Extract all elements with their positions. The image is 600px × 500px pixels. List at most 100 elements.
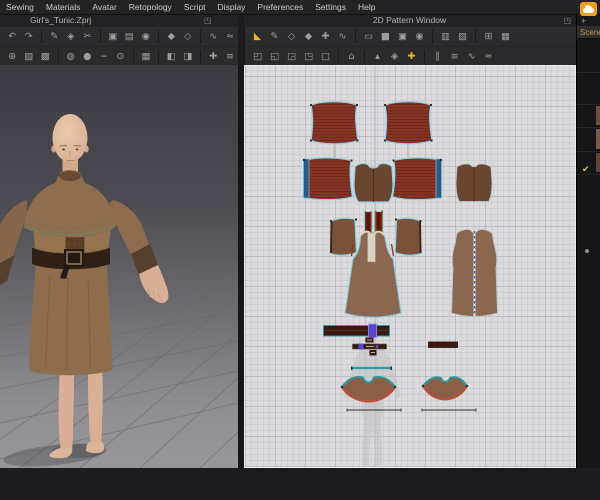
viewport-divider[interactable] <box>238 65 244 468</box>
detach-window-icon[interactable]: ◳ <box>204 15 212 26</box>
fabric-fold-icon[interactable]: ▤ <box>122 29 137 44</box>
elastic-icon[interactable]: ∿ <box>464 49 479 64</box>
pattern-belt-tab-2[interactable] <box>369 350 377 356</box>
menu-item-help[interactable]: Help <box>352 0 381 14</box>
pattern-belt-tab-1[interactable] <box>365 337 374 343</box>
zipper-2d-icon[interactable]: ≈ <box>481 49 496 64</box>
edit-curvature-icon[interactable]: ◇ <box>284 29 299 44</box>
clone-pattern-icon[interactable]: ◳ <box>301 49 316 64</box>
pattern-hem-line-right[interactable] <box>421 408 477 412</box>
rectangle-pattern-icon[interactable]: ▭ <box>361 29 376 44</box>
cloud-sync-icon[interactable] <box>580 2 597 16</box>
fold-icon[interactable]: ◱ <box>267 49 282 64</box>
pattern-belt-right[interactable] <box>428 341 458 348</box>
zipper-3d-icon[interactable]: ≡ <box>223 49 238 64</box>
toolbar-separator <box>475 30 476 43</box>
toolbar-separator <box>200 50 202 63</box>
quilt-icon[interactable]: ▦ <box>139 49 154 64</box>
object-browser-panel: + Scene ✔ <box>576 14 600 468</box>
add-tab-icon[interactable]: + <box>581 16 586 26</box>
texture-edit-icon[interactable]: ◈ <box>387 49 402 64</box>
steam-brush-icon[interactable]: ◉ <box>139 29 154 44</box>
redo-icon[interactable]: ↷ <box>22 29 37 44</box>
topstitch-icon[interactable]: ∥ <box>430 49 445 64</box>
viewport-2d-pattern[interactable] <box>244 65 576 468</box>
scene-item-thumb[interactable] <box>596 106 600 125</box>
pattern-capelet-back[interactable] <box>421 376 469 401</box>
pattern-sleeve-side-right[interactable] <box>394 217 422 256</box>
arrangement-point-icon[interactable]: ● <box>80 49 95 64</box>
tab-scene[interactable]: Scene <box>577 26 600 39</box>
avatar-load-icon[interactable]: ⊕ <box>5 49 20 64</box>
pattern-bodice-front[interactable] <box>353 162 394 203</box>
pattern-grid-edit-icon[interactable]: ▦ <box>498 29 513 44</box>
scrollbar-dot[interactable] <box>585 249 589 253</box>
edit-curve-point-icon[interactable]: ◆ <box>301 29 316 44</box>
pattern-dress-front[interactable] <box>344 230 402 318</box>
menu-item-display[interactable]: Display <box>212 0 252 14</box>
pattern-bodice-back[interactable] <box>455 163 493 202</box>
avatar-pose-icon[interactable]: ▩ <box>38 49 53 64</box>
menu-item-settings[interactable]: Settings <box>309 0 352 14</box>
detach-window-icon[interactable]: ◳ <box>563 15 571 26</box>
unfold-icon[interactable]: ◰ <box>250 49 265 64</box>
undo-icon[interactable]: ↶ <box>5 29 20 44</box>
pattern-dress-back[interactable] <box>451 229 498 317</box>
scene-object-list: ✔ <box>577 39 600 468</box>
pin-icon[interactable]: ⊙ <box>113 49 128 64</box>
project-tab[interactable]: Girl's_Tunic.Zprj <box>30 15 91 25</box>
avatar-edit-icon[interactable]: ▧ <box>22 49 37 64</box>
menu-item-preferences[interactable]: Preferences <box>251 0 309 14</box>
move-pattern-icon[interactable]: ✚ <box>404 49 419 64</box>
toolbar-3d: ↶ ↷ ✎ ◈ ✂ ▣ ▤ ◉ ◆ ◇ ∿ ≈ ⊕ ▧ ▩ ◍ ● − ⊙ ▦ ◧ ◨ ✚ ≡ <box>0 27 238 67</box>
fitting-suit-icon[interactable]: ◆ <box>164 29 179 44</box>
dart-tool-icon[interactable]: ◉ <box>412 29 427 44</box>
transform-pattern-icon[interactable]: ◣ <box>250 29 265 44</box>
pattern-sleeve-top-right[interactable] <box>384 100 433 145</box>
pattern-grid-icon[interactable]: ⊞ <box>481 29 496 44</box>
menu-item-sewing[interactable]: Sewing <box>0 0 40 14</box>
sewing-tool-icon[interactable]: ✂ <box>80 29 95 44</box>
toolbar-separator <box>338 50 339 63</box>
circle-pattern-icon[interactable]: ■ <box>378 29 393 44</box>
curve-pen-icon[interactable]: ∿ <box>335 29 350 44</box>
grading-icon[interactable]: ▨ <box>455 29 470 44</box>
button-tool-icon[interactable]: ✚ <box>206 49 221 64</box>
menu-item-script[interactable]: Script <box>178 0 212 14</box>
edit-sewing-icon[interactable]: ◈ <box>64 29 79 44</box>
circumference-measure-icon[interactable]: ≈ <box>223 29 238 44</box>
row-divider <box>577 104 600 105</box>
pattern-belt-short[interactable] <box>352 343 387 350</box>
pattern-sleeve-top-left[interactable] <box>310 100 359 145</box>
fitting-pants-icon[interactable]: ◇ <box>181 29 196 44</box>
scene-item-thumb[interactable] <box>596 153 600 172</box>
add-point-icon[interactable]: ✚ <box>318 29 333 44</box>
iron-icon[interactable]: ⌂ <box>344 49 359 64</box>
plane-cut-icon[interactable]: ◧ <box>164 49 179 64</box>
pen-3d-icon[interactable]: ✎ <box>47 29 62 44</box>
polygon-pattern-icon[interactable]: ▣ <box>395 29 410 44</box>
menu-item-retopology[interactable]: Retopology <box>123 0 178 14</box>
pattern-cuff-right[interactable] <box>391 157 442 201</box>
shirt-2d-icon[interactable]: ▴ <box>370 49 385 64</box>
scene-item-thumb[interactable] <box>596 129 600 149</box>
arrangement-sphere-icon[interactable]: ◍ <box>64 49 79 64</box>
visibility-check-icon[interactable]: ✔ <box>582 164 590 175</box>
pattern-belt-long[interactable] <box>323 323 390 338</box>
cloud-glyph <box>583 5 594 13</box>
sculpt-icon[interactable]: ◨ <box>181 49 196 64</box>
menu-item-avatar[interactable]: Avatar <box>86 0 122 14</box>
row-divider <box>577 151 600 152</box>
edit-pattern-icon[interactable]: ✎ <box>267 29 282 44</box>
bounding-volume-icon[interactable]: − <box>97 49 112 64</box>
seam-taping-icon[interactable]: ≡ <box>447 49 462 64</box>
copy-pattern-icon[interactable]: □ <box>318 49 333 64</box>
garment-display-icon[interactable]: ▣ <box>106 29 121 44</box>
tape-measure-icon[interactable]: ∿ <box>206 29 221 44</box>
symmetric-pattern-icon[interactable]: ◲ <box>284 49 299 64</box>
menu-item-materials[interactable]: Materials <box>40 0 86 14</box>
viewport-3d[interactable] <box>0 65 238 468</box>
pattern-window-title[interactable]: 2D Pattern Window <box>244 15 575 25</box>
trace-icon[interactable]: ▥ <box>438 29 453 44</box>
pattern-cuff-left[interactable] <box>303 157 354 201</box>
